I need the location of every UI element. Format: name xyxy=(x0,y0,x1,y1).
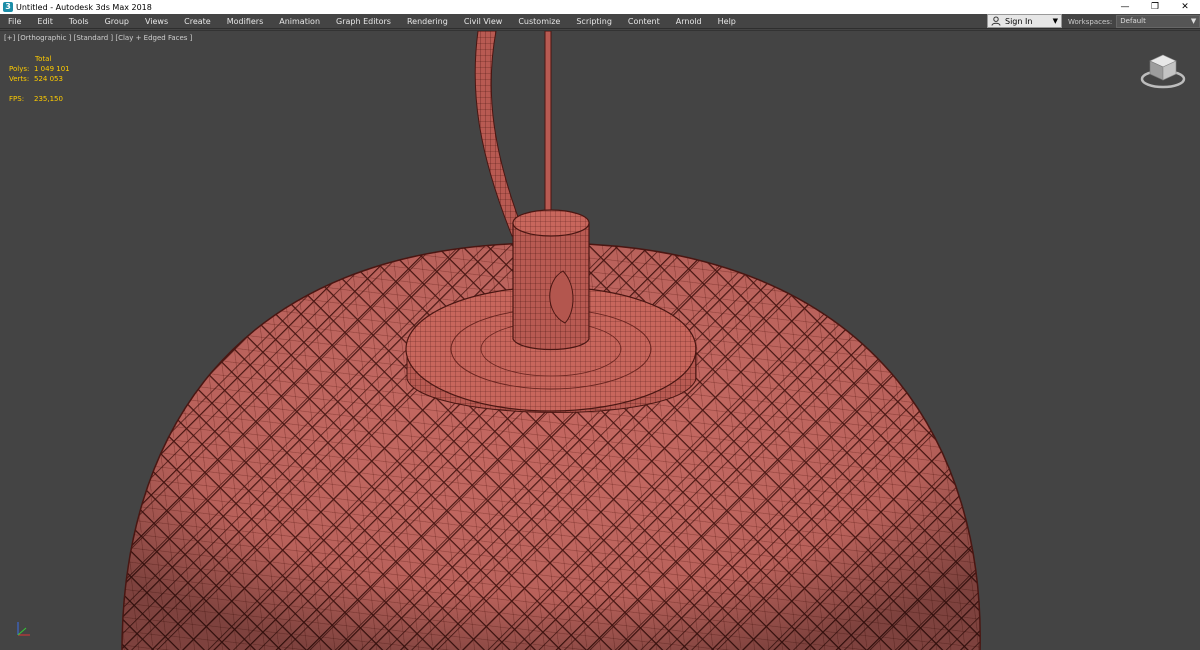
workspaces-label: Workspaces: xyxy=(1068,17,1113,26)
sign-in-dropdown[interactable]: Sign In ▼ xyxy=(987,14,1062,28)
chevron-down-icon: ▼ xyxy=(1052,17,1058,25)
menu-edit[interactable]: Edit xyxy=(29,14,61,29)
stats-header: Total xyxy=(35,55,52,63)
minimize-button[interactable]: — xyxy=(1110,0,1140,14)
menu-file[interactable]: File xyxy=(0,14,29,29)
socket-top xyxy=(512,209,590,237)
title-bar: 3 Untitled - Autodesk 3ds Max 2018 — ❐ ✕ xyxy=(0,0,1200,14)
window-controls: — ❐ ✕ xyxy=(1110,0,1200,14)
3ds-max-app-icon[interactable]: 3 xyxy=(3,2,13,12)
viewcube-icon[interactable] xyxy=(1140,49,1186,91)
menu-group[interactable]: Group xyxy=(97,14,137,29)
window-title: Untitled - Autodesk 3ds Max 2018 xyxy=(16,2,152,12)
menu-create[interactable]: Create xyxy=(176,14,219,29)
chevron-down-icon: ▼ xyxy=(1190,17,1197,25)
menu-graph-editors[interactable]: Graph Editors xyxy=(328,14,399,29)
close-button[interactable]: ✕ xyxy=(1170,0,1200,14)
verts-label: Verts: xyxy=(9,75,30,83)
axis-gizmo-icon xyxy=(14,619,34,639)
menu-rendering[interactable]: Rendering xyxy=(399,14,456,29)
menu-scripting[interactable]: Scripting xyxy=(568,14,620,29)
workspaces-dropdown[interactable]: Default ▼ xyxy=(1116,15,1200,28)
menu-customize[interactable]: Customize xyxy=(510,14,568,29)
menu-modifiers[interactable]: Modifiers xyxy=(219,14,272,29)
user-icon xyxy=(990,15,1002,27)
fps-label: FPS: xyxy=(9,95,25,103)
viewport-label[interactable]: [+] [Orthographic ] [Standard ] [Clay + … xyxy=(4,34,192,42)
menu-tools[interactable]: Tools xyxy=(61,14,97,29)
menu-content[interactable]: Content xyxy=(620,14,668,29)
polys-label: Polys: xyxy=(9,65,30,73)
polys-row: Polys: 1 049 101 xyxy=(9,64,70,74)
scene-render[interactable] xyxy=(0,31,1200,650)
perspective-viewport[interactable]: [+] [Orthographic ] [Standard ] [Clay + … xyxy=(0,30,1200,650)
restore-button[interactable]: ❐ xyxy=(1140,0,1170,14)
polys-value: 1 049 101 xyxy=(34,65,70,73)
workspaces-selector: Workspaces: Default ▼ xyxy=(1068,14,1200,29)
fps-row: FPS: 235,150 xyxy=(9,94,70,104)
workspaces-value: Default xyxy=(1120,17,1146,25)
menu-animation[interactable]: Animation xyxy=(271,14,328,29)
sign-in-label: Sign In xyxy=(1005,16,1033,26)
fps-value: 235,150 xyxy=(34,95,63,103)
menu-views[interactable]: Views xyxy=(137,14,176,29)
menu-help[interactable]: Help xyxy=(710,14,744,29)
hook-stem xyxy=(474,31,526,237)
menu-civil-view[interactable]: Civil View xyxy=(456,14,511,29)
menu-arnold[interactable]: Arnold xyxy=(668,14,710,29)
verts-row: Verts: 524 053 xyxy=(9,74,70,84)
hanging-rod xyxy=(544,31,552,222)
verts-value: 524 053 xyxy=(34,75,63,83)
scene-statistics: Total Polys: 1 049 101 Verts: 524 053 FP… xyxy=(9,54,70,104)
